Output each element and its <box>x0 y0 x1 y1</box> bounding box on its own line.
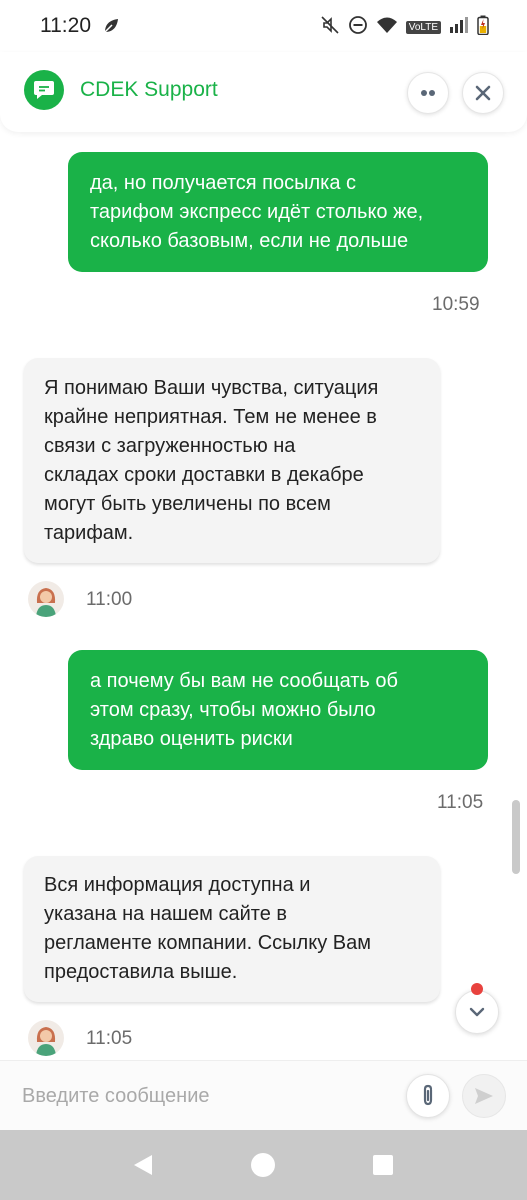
agent-avatar-icon <box>36 588 56 617</box>
do-not-disturb-icon <box>348 15 368 40</box>
message-line: Вся информация доступна и <box>44 874 311 896</box>
message-input[interactable] <box>22 1081 392 1111</box>
message-line: сколько базовым, если не дольше <box>90 229 409 252</box>
scroll-to-bottom-button[interactable] <box>455 990 499 1034</box>
volte-badge: VoLTE <box>405 21 441 34</box>
signal-icon <box>449 16 469 39</box>
close-button[interactable] <box>462 72 504 114</box>
message-time: 11:05 <box>437 792 484 813</box>
chat-header: CDEK Support <box>0 52 527 132</box>
wifi-icon <box>376 16 398 39</box>
chevron-down-icon <box>469 1007 485 1017</box>
close-icon <box>475 85 491 101</box>
message-line: связи с загруженностью на <box>44 434 296 457</box>
message-line: указана на нашем сайте в <box>44 903 288 925</box>
battery-icon <box>477 15 489 40</box>
message-line: здраво оценить риски <box>90 727 293 750</box>
agent-avatar <box>28 581 64 617</box>
message-line: этом сразу, чтобы можно было <box>90 698 376 721</box>
recents-square-icon <box>373 1155 393 1175</box>
message-line: да, но получается посылка с <box>90 171 357 194</box>
message-line: тарифам. <box>44 521 134 544</box>
message-list[interactable]: да, но получается посылка с тарифом эксп… <box>0 132 527 1060</box>
scrollbar-thumb[interactable] <box>512 800 520 874</box>
more-dots-icon <box>421 90 435 96</box>
composer <box>0 1060 527 1130</box>
back-triangle-icon <box>134 1155 152 1175</box>
leaf-notification-icon <box>102 17 120 40</box>
send-icon <box>475 1088 493 1104</box>
message-line: складах сроки доставки в декабре <box>44 463 364 486</box>
send-button[interactable] <box>462 1074 506 1118</box>
agent-avatar <box>28 1020 64 1056</box>
user-message: а почему бы вам не сообщать об этом сраз… <box>68 650 488 770</box>
status-time: 11:20 <box>40 14 91 37</box>
message-line: а почему бы вам не сообщать об <box>90 669 398 692</box>
message-line: могут быть увеличены по всем <box>44 492 331 515</box>
message-time: 10:59 <box>432 294 480 315</box>
agent-avatar-icon <box>36 1027 56 1056</box>
message-line: тарифом экспресс идёт столько же, <box>90 200 424 223</box>
status-bar: 11:20 VoLTE <box>0 0 527 52</box>
more-options-button[interactable] <box>407 72 449 114</box>
message-line: крайне неприятная. Тем не менее в <box>44 405 377 428</box>
back-button[interactable] <box>128 1150 158 1180</box>
unread-indicator <box>471 983 483 995</box>
home-circle-icon <box>251 1153 275 1177</box>
message-time: 11:00 <box>86 589 133 610</box>
recents-button[interactable] <box>368 1150 398 1180</box>
message-line: предоставила выше. <box>44 961 238 983</box>
message-line: Я понимаю Ваши чувства, ситуация <box>44 376 379 399</box>
mute-icon <box>320 15 340 40</box>
agent-message: Вся информация доступна и указана на наш… <box>24 856 440 1002</box>
attach-button[interactable] <box>406 1074 450 1118</box>
user-message: да, но получается посылка с тарифом эксп… <box>68 152 488 272</box>
agent-message: Я понимаю Ваши чувства, ситуация крайне … <box>24 358 440 563</box>
message-line: регламенте компании. Ссылку Вам <box>44 932 371 954</box>
system-navigation-bar <box>0 1130 527 1200</box>
chat-bubble-icon <box>24 70 64 110</box>
chat-title: CDEK Support <box>80 78 218 101</box>
home-button[interactable] <box>248 1150 278 1180</box>
paperclip-icon <box>423 1084 433 1106</box>
message-time: 11:05 <box>86 1028 133 1049</box>
status-icons: VoLTE <box>320 15 489 40</box>
